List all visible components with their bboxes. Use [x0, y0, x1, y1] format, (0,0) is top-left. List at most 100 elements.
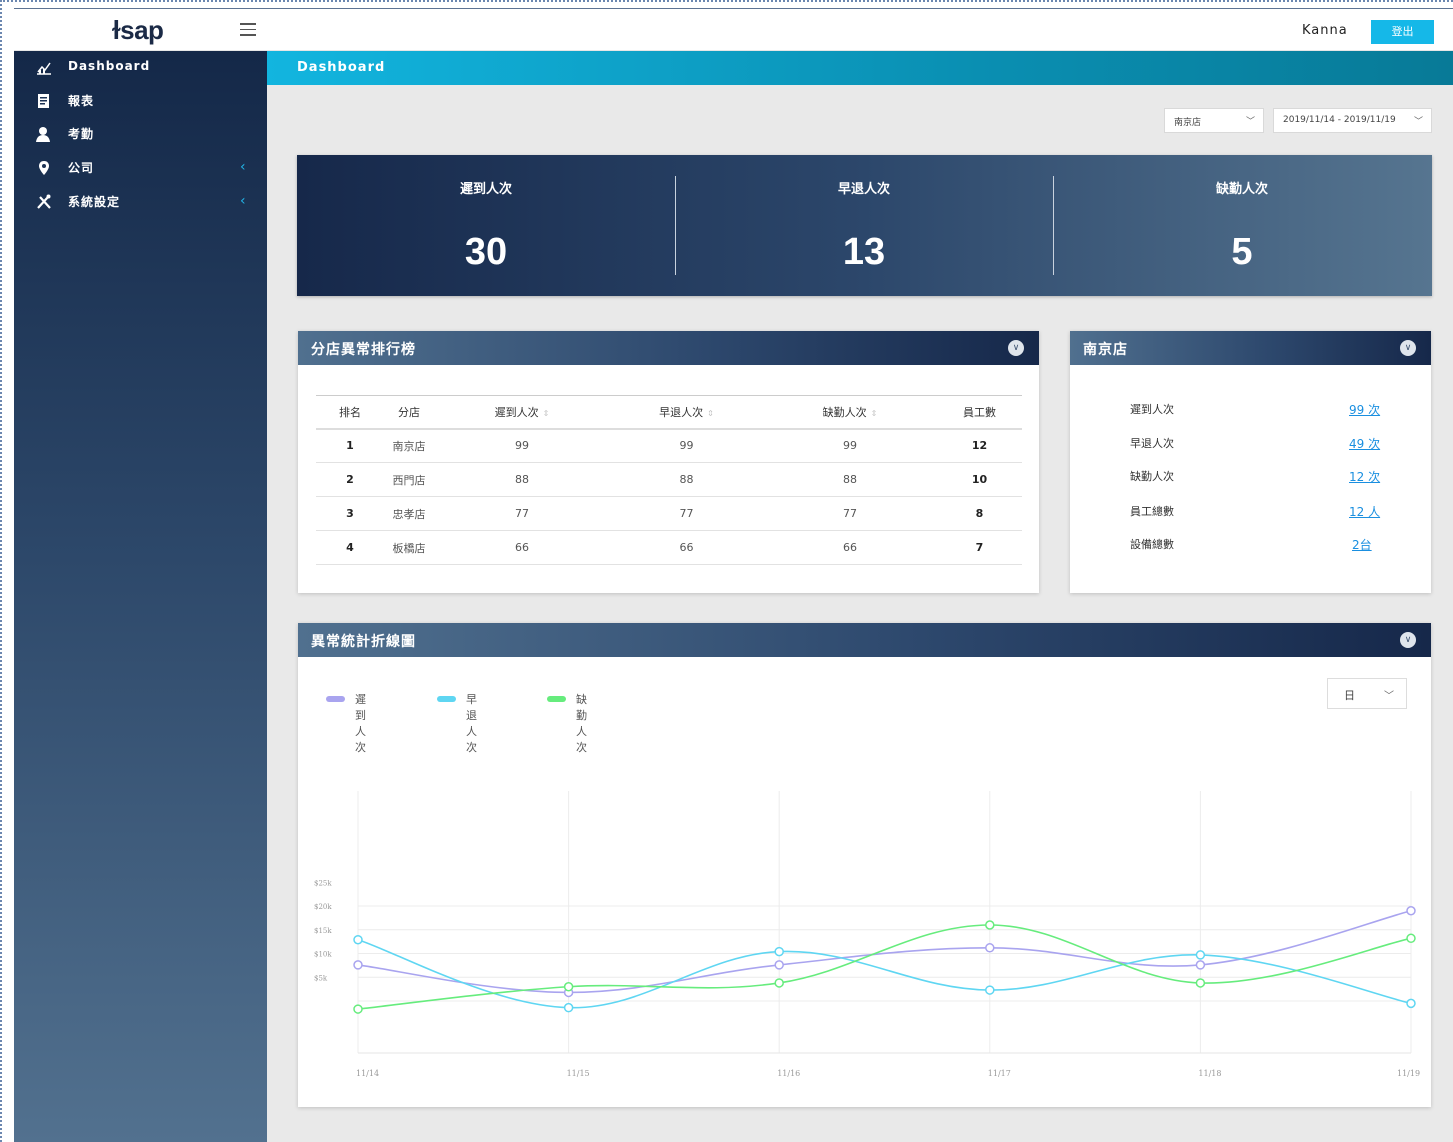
user-icon	[36, 127, 50, 142]
table-row[interactable]: 1 南京店 99 99 99 12	[316, 428, 1022, 463]
store-stat-label: 設備總數	[1130, 538, 1174, 551]
ranking-card: 分店異常排行榜 ∨ 排名 分店 遲到人次 ⇕ 早退人次 ⇕ 缺勤人次 ⇕ 員工數 1 …	[298, 331, 1039, 593]
store-stat-label: 員工總數	[1130, 505, 1174, 518]
store-stat-row: 早退人次 49 次	[1070, 435, 1431, 455]
sidebar-item-attendance[interactable]: 考勤	[14, 119, 267, 149]
data-point	[1406, 906, 1416, 916]
x-tick-label: 11/18	[1198, 1069, 1221, 1078]
ranking-table: 排名 分店 遲到人次 ⇕ 早退人次 ⇕ 缺勤人次 ⇕ 員工數 1 南京店 99 99 …	[316, 395, 1022, 565]
chart-icon	[37, 62, 51, 75]
chevron-left-icon[interactable]: ‹	[240, 159, 246, 175]
late-cell: 99	[434, 428, 610, 463]
report-icon	[38, 94, 49, 108]
card-title: 分店異常排行榜	[311, 342, 416, 358]
rank-cell: 3	[316, 496, 384, 531]
store-stat-label: 缺勤人次	[1130, 470, 1174, 483]
date-range-value: 2019/11/14 - 2019/11/19	[1283, 115, 1396, 125]
logout-button[interactable]: 登出	[1371, 20, 1434, 44]
chevron-down-icon: ﹀	[1413, 117, 1423, 127]
staff-cell: 12	[937, 428, 1022, 463]
store-cell: 南京店	[384, 428, 434, 463]
sidebar-item-label: 系統設定	[68, 195, 121, 209]
absent-cell: 88	[763, 462, 937, 497]
store-stat-link[interactable]: 2台	[1352, 536, 1372, 553]
store-cell: 板橋店	[384, 530, 434, 565]
data-point	[563, 982, 574, 992]
store-select[interactable]: 南京店 ﹀	[1164, 108, 1264, 133]
app-logo[interactable]: ɫsap	[112, 15, 164, 46]
x-tick-label: 11/17	[988, 1069, 1011, 1078]
date-range-select[interactable]: 2019/11/14 - 2019/11/19 ﹀	[1273, 108, 1432, 133]
card-header: 分店異常排行榜 ∨	[298, 331, 1039, 365]
store-stat-row: 員工總數 12 人	[1070, 503, 1431, 523]
app-window: ɫsap Kanna 登出 Dashboard 報表 考勤 公司 ‹ 系統設定 …	[14, 8, 1453, 1142]
sidebar-item-report[interactable]: 報表	[14, 86, 267, 116]
sidebar-item-settings[interactable]: 系統設定 ‹	[14, 187, 267, 217]
rank-cell: 2	[316, 462, 384, 497]
series-line	[357, 924, 1412, 1010]
table-header-row: 排名 分店 遲到人次 ⇕ 早退人次 ⇕ 缺勤人次 ⇕ 員工數	[316, 395, 1022, 430]
data-point	[1406, 933, 1416, 944]
staff-cell: 7	[937, 530, 1022, 565]
chevron-left-icon[interactable]: ‹	[240, 193, 246, 209]
data-point	[1195, 960, 1206, 970]
stat-late: 遲到人次 30	[297, 155, 675, 296]
column-header: 員工數	[937, 395, 1022, 430]
column-header: 排名	[316, 395, 384, 430]
early-cell: 99	[610, 428, 763, 463]
y-tick-label: $20k	[314, 903, 332, 911]
data-point	[353, 960, 363, 970]
sort-icon: ⇕	[707, 408, 714, 418]
data-point	[1195, 978, 1206, 988]
collapse-toggle-icon[interactable]: ∨	[1008, 340, 1024, 356]
collapse-toggle-icon[interactable]: ∨	[1400, 340, 1416, 356]
data-point	[1406, 998, 1416, 1009]
stat-value: 30	[464, 231, 508, 273]
y-tick-label: $25k	[314, 879, 332, 887]
line-chart: $25k $20k $15k $10k $5k 11/14 11/15 11/16 11/17 1…	[314, 791, 1420, 1078]
stat-label: 缺勤人次	[1215, 182, 1268, 197]
late-cell: 66	[434, 530, 610, 565]
early-cell: 66	[610, 530, 763, 565]
menu-toggle-icon[interactable]	[240, 23, 256, 36]
store-stat-row: 設備總數 2台	[1070, 536, 1431, 556]
rank-cell: 1	[316, 428, 384, 463]
username: Kanna	[1302, 23, 1348, 38]
series-line	[357, 909, 1412, 994]
y-tick-label: $5k	[314, 974, 328, 982]
data-point	[985, 943, 995, 953]
absent-cell: 99	[763, 428, 937, 463]
column-header[interactable]: 缺勤人次 ⇕	[763, 395, 937, 430]
store-stat-label: 早退人次	[1130, 437, 1174, 450]
column-header[interactable]: 早退人次 ⇕	[610, 395, 763, 430]
column-header[interactable]: 遲到人次 ⇕	[434, 395, 610, 430]
chevron-down-icon: ﹀	[1245, 117, 1255, 127]
card-title: 南京店	[1083, 342, 1128, 358]
table-row[interactable]: 4 板橋店 66 66 66 7	[316, 530, 1022, 565]
sidebar-item-dashboard[interactable]: Dashboard	[14, 53, 267, 83]
sidebar-item-label: 考勤	[68, 127, 95, 141]
early-cell: 88	[610, 462, 763, 497]
store-stat-link[interactable]: 99 次	[1349, 401, 1380, 418]
store-stat-link[interactable]: 12 次	[1349, 468, 1380, 485]
store-stat-link[interactable]: 12 人	[1349, 503, 1380, 520]
x-tick-label: 11/19	[1397, 1069, 1420, 1078]
stat-label: 早退人次	[837, 182, 890, 197]
stat-early: 早退人次 13	[675, 155, 1053, 296]
sort-icon: ⇕	[870, 408, 878, 418]
x-tick-label: 11/14	[356, 1069, 379, 1078]
sidebar-item-company[interactable]: 公司 ‹	[14, 153, 267, 183]
rank-cell: 4	[316, 530, 384, 565]
x-tick-label: 11/15	[567, 1069, 590, 1078]
data-point	[774, 946, 784, 957]
data-point	[353, 934, 363, 945]
table-row[interactable]: 2 西門店 88 88 88 10	[316, 462, 1022, 497]
data-point	[774, 960, 784, 970]
sidebar-item-label: 報表	[68, 94, 95, 108]
table-row[interactable]: 3 忠孝店 77 77 77 8	[316, 496, 1022, 531]
store-stat-link[interactable]: 49 次	[1349, 435, 1380, 452]
card-header: 南京店 ∨	[1070, 331, 1431, 365]
y-tick-label: $15k	[314, 927, 332, 935]
late-cell: 77	[434, 496, 610, 531]
store-stat-row: 缺勤人次 12 次	[1070, 468, 1431, 488]
